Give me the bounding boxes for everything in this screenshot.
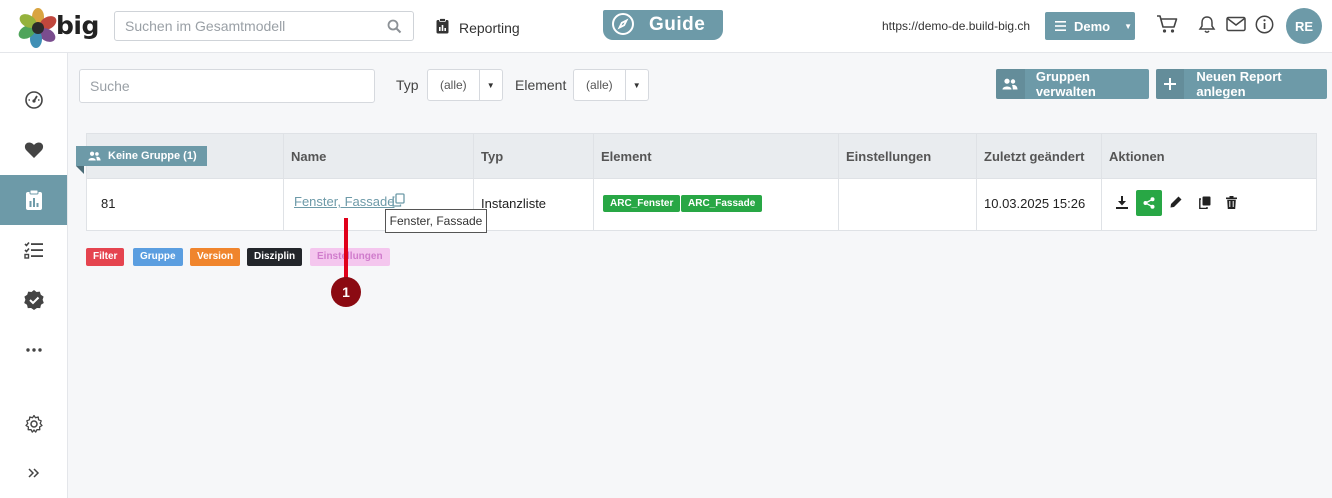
sidebar-item-more[interactable] bbox=[0, 325, 67, 375]
gauge-icon bbox=[24, 91, 43, 109]
element-filter-value: (alle) bbox=[574, 70, 626, 100]
column-header-element[interactable]: Element bbox=[601, 149, 652, 164]
users-icon bbox=[88, 151, 101, 161]
new-report-label: Neuen Report anlegen bbox=[1196, 69, 1282, 99]
element-filter-select[interactable]: (alle) ▼ bbox=[573, 69, 649, 101]
gear-icon bbox=[24, 414, 43, 433]
plus-icon bbox=[1156, 69, 1185, 99]
copy-icon[interactable] bbox=[392, 193, 405, 210]
caret-down-icon: ▼ bbox=[486, 80, 495, 90]
legend-settings: Einstellungen bbox=[310, 248, 390, 266]
manage-groups-label: Gruppen verwalten bbox=[1035, 69, 1096, 99]
element-tag: ARC_Fenster bbox=[603, 195, 681, 212]
annotation-marker: 1 bbox=[331, 277, 361, 307]
reporting-label: Reporting bbox=[459, 19, 520, 36]
project-url[interactable]: https://demo-de.build-big.ch bbox=[882, 19, 1030, 33]
logo[interactable]: big bbox=[18, 8, 99, 48]
report-search[interactable] bbox=[79, 69, 375, 103]
column-header-actions: Aktionen bbox=[1109, 149, 1165, 164]
legend-filter: Filter bbox=[86, 248, 125, 266]
menu-icon bbox=[1055, 19, 1066, 34]
type-filter-value: (alle) bbox=[428, 70, 480, 100]
row-type: Instanzliste bbox=[481, 196, 547, 211]
manage-groups-button[interactable]: Gruppen verwalten bbox=[996, 69, 1149, 99]
group-badge-label: Keine Gruppe (1) bbox=[108, 150, 197, 162]
sidebar-item-checklist[interactable] bbox=[0, 225, 67, 275]
chevron-double-right-icon bbox=[27, 468, 39, 478]
clipboard-icon bbox=[436, 18, 449, 37]
element-filter-label: Element bbox=[515, 77, 567, 93]
sidebar-item-dashboard[interactable] bbox=[0, 75, 67, 125]
sidebar-item-verification[interactable] bbox=[0, 275, 67, 325]
project-label: Demo bbox=[1074, 18, 1111, 34]
users-icon bbox=[996, 69, 1025, 99]
heart-icon bbox=[24, 142, 43, 158]
sidebar-expand[interactable] bbox=[0, 448, 67, 498]
badge-check-icon bbox=[23, 290, 44, 310]
cart-icon[interactable] bbox=[1156, 14, 1178, 37]
column-header-modified[interactable]: Zuletzt geändert bbox=[984, 149, 1084, 164]
bell-icon[interactable] bbox=[1198, 15, 1216, 37]
column-header-settings[interactable]: Einstellungen bbox=[846, 149, 931, 164]
checklist-icon bbox=[23, 241, 43, 259]
column-header-type[interactable]: Typ bbox=[481, 149, 503, 164]
sidebar bbox=[0, 53, 68, 498]
column-header-name[interactable]: Name bbox=[291, 149, 326, 164]
edit-icon[interactable] bbox=[1170, 196, 1182, 211]
info-icon[interactable] bbox=[1255, 15, 1274, 37]
report-search-input[interactable] bbox=[80, 70, 374, 102]
reporting-nav[interactable]: Reporting bbox=[436, 18, 520, 37]
sidebar-item-reporting[interactable] bbox=[0, 175, 67, 225]
type-filter-label: Typ bbox=[396, 77, 419, 93]
top-bar: big Reporting Guide https://demo-de.buil… bbox=[0, 0, 1332, 53]
legend-version: Version bbox=[190, 248, 241, 266]
group-badge[interactable]: Keine Gruppe (1) bbox=[76, 146, 207, 174]
reports-table: Name Typ Element Einstellungen Zuletzt g… bbox=[86, 133, 1317, 231]
caret-down-icon: ▼ bbox=[1124, 21, 1133, 31]
new-report-button[interactable]: Neuen Report anlegen bbox=[1156, 69, 1327, 99]
caret-down-icon: ▼ bbox=[632, 80, 641, 90]
logo-text: big bbox=[56, 11, 99, 40]
project-switcher[interactable]: Demo ▼ bbox=[1045, 12, 1135, 40]
clipboard-chart-icon bbox=[25, 189, 42, 210]
compass-icon bbox=[611, 12, 635, 39]
element-tag: ARC_Fassade bbox=[681, 195, 763, 212]
guide-label: Guide bbox=[649, 14, 706, 35]
global-search[interactable] bbox=[114, 11, 414, 41]
sidebar-item-settings[interactable] bbox=[0, 399, 67, 449]
trash-icon[interactable] bbox=[1226, 196, 1237, 212]
row-id: 81 bbox=[101, 196, 116, 211]
sidebar-item-favorites[interactable] bbox=[0, 125, 67, 175]
logo-flower-icon bbox=[18, 8, 57, 48]
more-icon bbox=[25, 348, 42, 352]
type-filter-select[interactable]: (alle) ▼ bbox=[427, 69, 503, 101]
download-icon[interactable] bbox=[1116, 196, 1128, 212]
user-avatar[interactable]: RE bbox=[1286, 8, 1322, 44]
duplicate-icon[interactable] bbox=[1199, 196, 1211, 212]
row-modified: 10.03.2025 15:26 bbox=[984, 196, 1086, 211]
legend-discipline: Disziplin bbox=[247, 248, 303, 266]
share-button[interactable] bbox=[1136, 190, 1162, 216]
guide-button[interactable]: Guide bbox=[603, 10, 723, 40]
legend-group: Gruppe bbox=[133, 248, 183, 266]
share-icon bbox=[1143, 197, 1155, 209]
annotation-line bbox=[344, 218, 348, 282]
global-search-input[interactable] bbox=[115, 12, 375, 40]
search-icon[interactable] bbox=[387, 19, 402, 37]
mail-icon[interactable] bbox=[1226, 16, 1246, 35]
name-tooltip: Fenster, Fassade bbox=[385, 209, 487, 233]
report-name-link[interactable]: Fenster, Fassade bbox=[294, 194, 394, 209]
